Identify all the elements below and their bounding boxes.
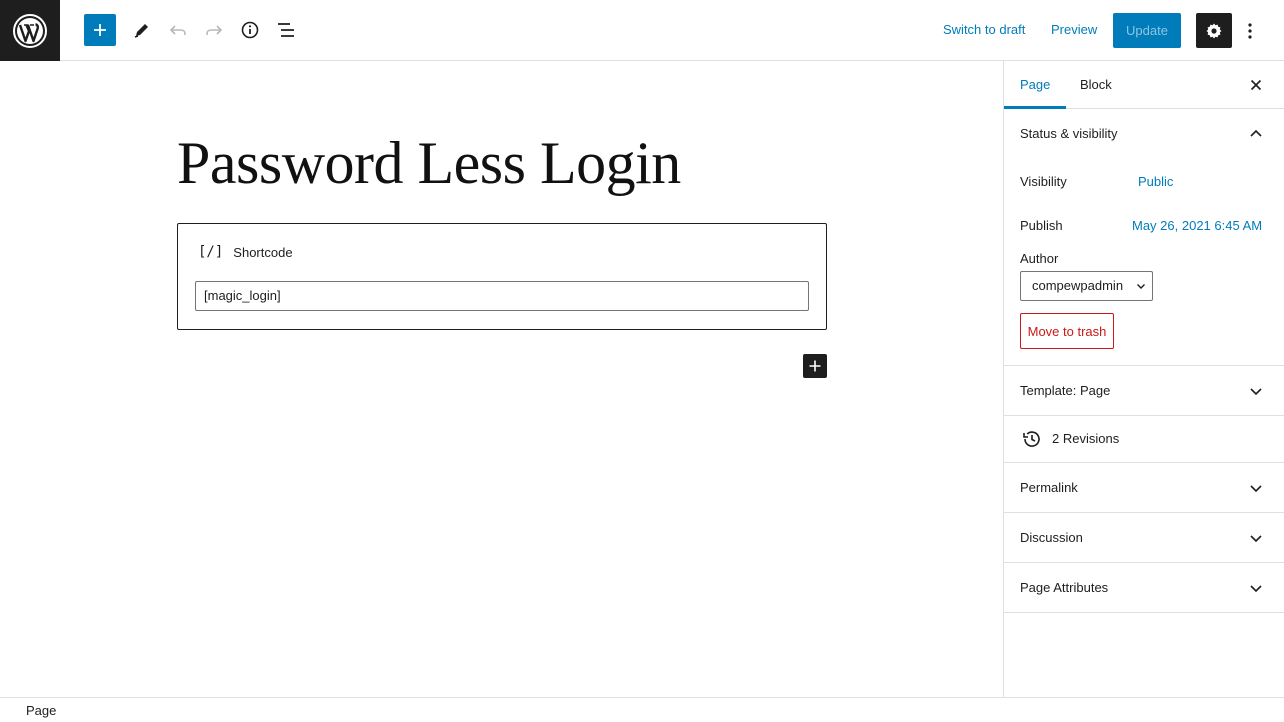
switch-to-draft-button[interactable]: Switch to draft — [943, 14, 1025, 46]
undo-button[interactable] — [162, 14, 194, 46]
chevron-down-icon[interactable] — [1248, 383, 1264, 399]
chevron-down-icon[interactable] — [1248, 580, 1264, 596]
breadcrumb-page[interactable]: Page — [26, 703, 56, 718]
chevron-down-icon[interactable] — [1248, 530, 1264, 546]
redo-button[interactable] — [198, 14, 230, 46]
author-select[interactable]: compewpadmin — [1020, 271, 1153, 301]
undo-icon — [169, 25, 186, 35]
status-visibility-panel-toggle[interactable]: Status & visibility — [1020, 126, 1118, 141]
divider — [1004, 562, 1284, 563]
block-inserter-button[interactable] — [803, 354, 827, 378]
shortcode-input[interactable]: [magic_login] — [195, 281, 809, 311]
settings-sidebar: Page Block Status & visibility Visibilit… — [1003, 61, 1284, 697]
sidebar-tabs: Page Block — [1004, 61, 1284, 109]
tools-button[interactable] — [126, 14, 158, 46]
details-button[interactable] — [234, 14, 266, 46]
author-select-value: compewpadmin — [1032, 278, 1124, 293]
author-label: Author — [1020, 251, 1059, 266]
publish-label: Publish — [1020, 218, 1063, 233]
preview-button[interactable]: Preview — [1051, 14, 1097, 46]
redo-icon — [206, 25, 223, 35]
top-toolbar: Switch to draft Preview Update — [0, 0, 1284, 61]
pencil-icon — [134, 24, 148, 38]
shortcode-block-header: [/] Shortcode — [198, 244, 293, 260]
move-to-trash-button[interactable]: Move to trash — [1020, 313, 1114, 349]
page-attributes-panel-toggle[interactable]: Page Attributes — [1020, 580, 1108, 595]
divider — [1004, 512, 1284, 513]
discussion-panel-toggle[interactable]: Discussion — [1020, 530, 1083, 545]
plus-icon — [94, 24, 106, 36]
more-options-button[interactable] — [1238, 13, 1262, 48]
publish-date-toggle[interactable]: May 26, 2021 6:45 AM — [1132, 218, 1262, 233]
permalink-panel-toggle[interactable]: Permalink — [1020, 480, 1078, 495]
close-icon — [1250, 79, 1262, 91]
block-breadcrumb-bar: Page — [0, 697, 1284, 722]
post-title[interactable]: Password Less Login — [177, 127, 681, 199]
plus-icon — [809, 360, 821, 372]
post-title-text[interactable]: Password Less Login — [177, 130, 681, 196]
list-view-icon — [278, 23, 294, 37]
wordpress-logo-icon[interactable] — [0, 0, 60, 61]
update-button[interactable]: Update — [1113, 13, 1181, 48]
revisions-link[interactable]: 2 Revisions — [1052, 431, 1119, 446]
divider — [1004, 415, 1284, 416]
shortcode-icon: [/] — [198, 244, 224, 260]
divider — [1004, 612, 1284, 613]
gear-icon — [1206, 23, 1222, 38]
shortcode-block[interactable]: [/] Shortcode [magic_login] — [177, 223, 827, 330]
chevron-up-icon[interactable] — [1248, 126, 1264, 142]
history-icon — [1023, 431, 1040, 447]
visibility-label: Visibility — [1020, 174, 1067, 189]
template-panel-toggle[interactable]: Template: Page — [1020, 383, 1110, 398]
editor-canvas: Password Less Login [/] Shortcode [magic… — [0, 61, 1003, 697]
settings-button[interactable] — [1196, 13, 1232, 48]
info-icon — [241, 21, 259, 39]
chevron-down-icon — [1137, 284, 1145, 289]
chevron-down-icon[interactable] — [1248, 480, 1264, 496]
shortcode-label: Shortcode — [233, 244, 293, 260]
list-view-button[interactable] — [270, 14, 302, 46]
divider — [1004, 462, 1284, 463]
add-block-button[interactable] — [84, 14, 116, 46]
divider — [1004, 365, 1284, 366]
close-sidebar-button[interactable] — [1244, 73, 1268, 97]
vertical-ellipsis-icon — [1248, 22, 1252, 39]
tab-block[interactable]: Block — [1080, 61, 1112, 109]
tab-page[interactable]: Page — [1004, 61, 1067, 109]
visibility-toggle[interactable]: Public — [1138, 174, 1173, 189]
